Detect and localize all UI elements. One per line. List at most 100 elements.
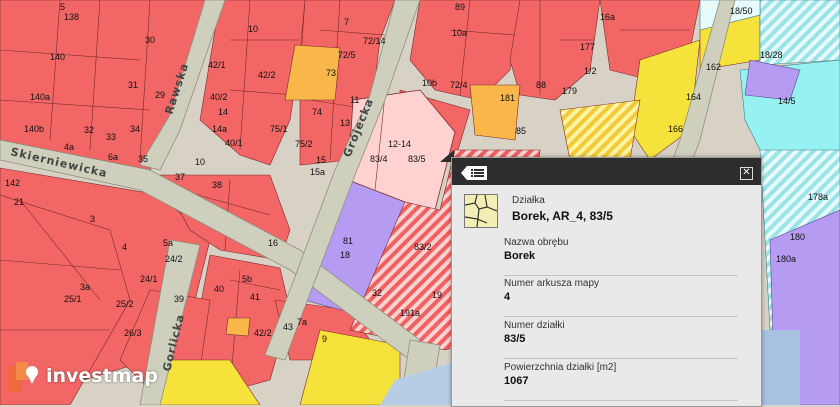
investmap-logo: investmap — [8, 360, 168, 394]
parcel-label: 29 — [155, 90, 165, 100]
parcel-label: 41 — [250, 292, 260, 302]
parcel-label: 1/2 — [584, 66, 597, 76]
parcel-label: 18 — [340, 250, 350, 260]
parcel-label: 24/1 — [140, 274, 158, 284]
parcel-label: 83/5 — [408, 154, 426, 164]
field-value: 83/5 — [504, 333, 526, 345]
parcel-map-icon — [464, 194, 498, 228]
parcel-label: 180 — [790, 232, 805, 242]
parcel-label: 16 — [268, 238, 278, 248]
parcel-label: 140b — [24, 124, 44, 134]
parcel-label: 13 — [340, 118, 350, 128]
parcel-label: 89 — [455, 2, 465, 12]
parcel-label: 10 — [248, 24, 258, 34]
investmap-logo-icon — [8, 362, 38, 392]
parcel-label: 42/2 — [258, 70, 276, 80]
close-icon[interactable]: ✕ — [740, 167, 753, 180]
parcel-label: 177 — [580, 42, 595, 52]
parcel-label: 16a — [600, 12, 615, 22]
parcel-label: 74 — [312, 107, 322, 117]
parcel-label: 9 — [322, 334, 327, 344]
parcel-label: 39 — [174, 294, 184, 304]
field-sheet-number: Numer arkusza mapy 4 — [504, 278, 738, 317]
parcel-label: 18/50 — [730, 6, 753, 16]
parcel-label: 4 — [122, 242, 127, 252]
parcel-label: 166 — [668, 124, 683, 134]
parcel-label: 26/3 — [124, 328, 142, 338]
parcel-label: 12-14 — [388, 139, 411, 149]
parcel-label: 15 — [316, 155, 326, 165]
list-icon[interactable] — [461, 166, 487, 180]
parcel-label: 6a — [108, 152, 118, 162]
parcel-label: 14/5 — [778, 96, 796, 106]
field-label: Numer działki — [504, 320, 565, 331]
parcel-label: 140a — [30, 92, 50, 102]
parcel-label: 7 — [344, 17, 349, 27]
field-label: Powierzchnia działki [m2] — [504, 362, 617, 373]
parcel-label: 142 — [5, 178, 20, 188]
parcel-label: 88 — [536, 80, 546, 90]
parcel-label: 10a — [452, 28, 467, 38]
parcel-label: 33 — [106, 132, 116, 142]
parcel-label: 179 — [562, 86, 577, 96]
field-label: Nazwa obrębu — [504, 237, 569, 248]
parcel-label: 11 — [350, 95, 359, 105]
parcel-label: 178a — [808, 192, 828, 202]
parcel-label: 3a — [80, 282, 90, 292]
parcel-label: 30 — [145, 35, 155, 45]
parcel-label: 85 — [516, 126, 526, 136]
parcel-label: 37 — [175, 172, 185, 182]
parcel-label: 21 — [14, 197, 24, 207]
parcel-label: 72/5 — [338, 50, 356, 60]
field-value: 1067 — [504, 375, 529, 387]
parcel-label: 191a — [400, 308, 420, 318]
parcel-label: 25/2 — [116, 299, 134, 309]
parcel-label: 81 — [343, 236, 353, 246]
parcel-label: 72/4 — [450, 80, 468, 90]
parcel-label: 31 — [128, 80, 138, 90]
logo-wordmark: investmap — [46, 365, 158, 387]
parcel-label: 3 — [90, 214, 95, 224]
parcel-label: 83/4 — [370, 154, 388, 164]
parcel-label: 75/2 — [295, 139, 313, 149]
parcel-label: 18/28 — [760, 50, 783, 60]
parcel-label: 140 — [50, 52, 65, 62]
parcel-label: 40/1 — [225, 138, 243, 148]
parcel-label: 10b — [422, 78, 437, 88]
parcel-label: 5a — [163, 238, 173, 248]
parcel-label: 19 — [432, 290, 442, 300]
parcel-label: 25/1 — [64, 294, 82, 304]
parcel-label: 35 — [138, 154, 148, 164]
parcel-label: 10 — [195, 157, 205, 167]
parcel-label: 42/2 — [254, 328, 272, 338]
parcel-label: 32 — [372, 288, 382, 298]
parcel-label: 83/2 — [414, 242, 432, 252]
parcel-label: 14 — [218, 107, 228, 117]
parcel-label: 15a — [310, 167, 325, 177]
parcel-label: 7a — [297, 317, 307, 327]
field-parcel-number: Numer działki 83/5 — [504, 320, 738, 359]
parcel-label: 181 — [500, 93, 515, 103]
parcel-label: 5b — [242, 274, 252, 284]
field-value: 4 — [504, 291, 511, 303]
field-parcel-area: Powierzchnia działki [m2] 1067 — [504, 362, 738, 401]
parcel-info-popup: ✕ Działka Borek, AR_4, 83/5 Nazwa obrębu… — [451, 157, 762, 407]
parcel-label: 38 — [212, 180, 222, 190]
parcel-label: 164 — [686, 92, 701, 102]
parcel-label: 4a — [64, 142, 74, 152]
popup-header-bar: ✕ — [452, 158, 761, 185]
field-label: Numer arkusza mapy — [504, 278, 600, 289]
parcel-label: 138 — [64, 12, 79, 22]
parcel-label: 40/2 — [210, 92, 228, 102]
parcel-label: 73 — [326, 68, 336, 78]
parcel-label: 42/1 — [208, 60, 226, 70]
layer-name: Działka — [512, 195, 545, 206]
parcel-label: 24/2 — [165, 254, 183, 264]
parcel-label: 43 — [283, 322, 293, 332]
parcel-label: 75/1 — [270, 124, 288, 134]
parcel-label: 5 — [60, 2, 65, 12]
parcel-label: 162 — [706, 62, 721, 72]
parcel-label: 72/14 — [363, 36, 386, 46]
field-district: Nazwa obrębu Borek — [504, 237, 738, 276]
parcel-label: 180a — [776, 254, 796, 264]
